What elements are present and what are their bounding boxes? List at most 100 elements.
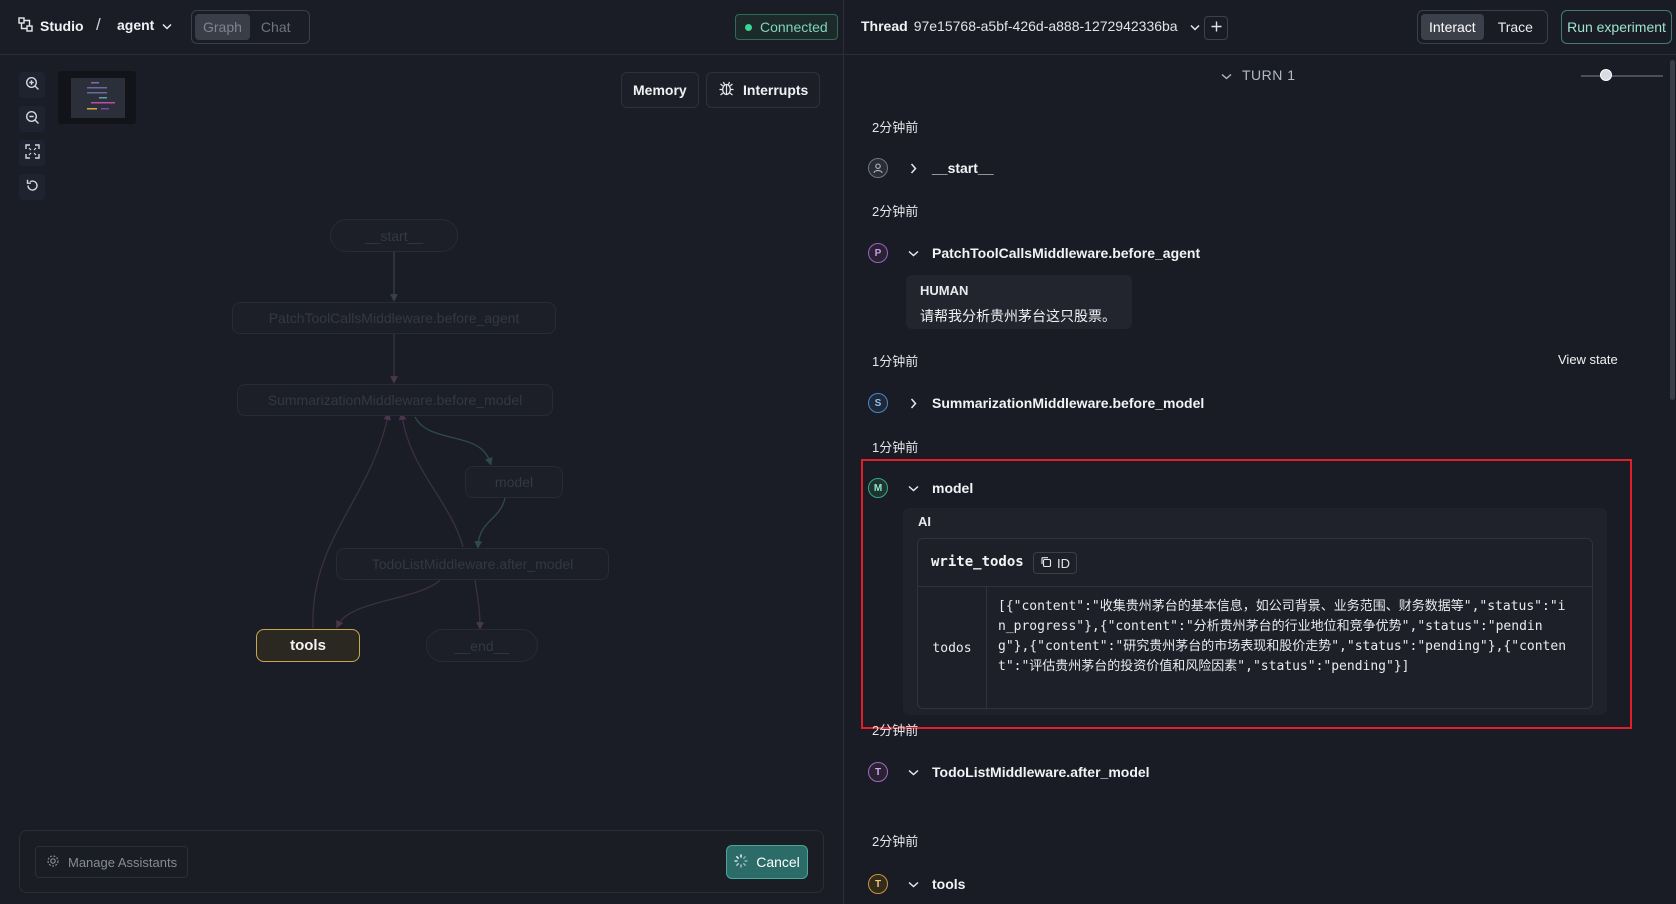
gear-icon [46,854,60,871]
manage-assistants-label: Manage Assistants [68,854,178,870]
tab-chat[interactable]: Chat [253,14,299,40]
message-role: AI [918,514,931,529]
user-avatar-icon [868,158,888,178]
step-timestamp: 1分钟前 [872,440,919,455]
view-state-link[interactable]: View state [1558,352,1618,367]
graph-node-start[interactable]: __start__ [330,219,458,252]
step-label: TodoListMiddleware.after_model [932,764,1150,780]
tool-arg-value: [{"content":"收集贵州茅台的基本信息，如公司背景、业务范围、财务数据… [998,599,1567,674]
interrupts-button[interactable]: Interrupts [706,72,821,108]
minimap-viewport [71,78,125,118]
chevron-right-icon [906,398,920,409]
turn-header[interactable]: TURN 1 [1221,67,1296,83]
message-text: 请帮我分析贵州茅台这只股票。 [920,309,1116,325]
step-badge: S [868,393,888,413]
connection-status-badge: Connected [735,14,838,40]
step-summarization[interactable]: S SummarizationMiddleware.before_model [868,393,1204,413]
step-badge: P [868,243,888,263]
slider-track [1581,75,1663,77]
step-timestamp: 2分钟前 [872,834,919,849]
slider-thumb[interactable] [1600,69,1612,81]
step-todo-list[interactable]: T TodoListMiddleware.after_model [868,762,1150,782]
assistant-label: agent [117,17,155,33]
reset-icon [25,178,40,196]
thread-scrollbar[interactable] [1670,60,1675,400]
status-dot-icon [745,23,752,31]
studio-label: Studio [40,18,84,34]
cancel-label: Cancel [756,854,800,870]
human-message: HUMAN 请帮我分析贵州茅台这只股票。 [906,275,1132,329]
graph-node-todo-list[interactable]: TodoListMiddleware.after_model [336,548,609,580]
graph-node-patch-tool-calls[interactable]: PatchToolCallsMiddleware.before_agent [232,302,556,334]
thread-panel: Thread 97e15768-a5bf-426d-a888-127294233… [843,0,1676,904]
step-start[interactable]: __start__ [868,158,994,178]
message-role: HUMAN [920,283,969,298]
step-timestamp: 1分钟前 [872,354,919,369]
graph-node-model[interactable]: model [465,466,563,498]
assistant-selector[interactable]: agent [117,17,172,33]
spinner-icon [734,853,748,871]
studio-logo-icon [18,17,33,35]
manage-assistants-button[interactable]: Manage Assistants [35,846,189,878]
zoom-slider[interactable] [1581,69,1663,81]
plus-icon [1211,19,1222,37]
step-timestamp: 2分钟前 [872,723,919,738]
step-label: model [932,480,974,496]
step-label: PatchToolCallsMiddleware.before_agent [932,245,1201,261]
chevron-down-icon [906,250,920,257]
graph-node-tools[interactable]: tools [256,629,360,662]
tool-arg-key: todos [918,587,987,709]
chevron-down-icon [906,485,920,492]
zoom-out-icon [25,110,40,128]
bug-icon [718,80,735,100]
turn-label: TURN 1 [1242,67,1296,83]
chevron-down-icon [1221,67,1232,83]
step-patch-tool-calls[interactable]: P PatchToolCallsMiddleware.before_agent [868,243,1200,263]
reset-button[interactable] [19,174,45,200]
tab-graph[interactable]: Graph [195,14,250,40]
cancel-button[interactable]: Cancel [726,845,808,879]
interrupts-label: Interrupts [743,82,809,98]
step-label: tools [932,876,966,892]
run-experiment-button[interactable]: Run experiment [1561,10,1672,44]
chevron-right-icon [906,163,920,174]
thread-id: 97e15768-a5bf-426d-a888-1272942336ba [913,18,1178,34]
thread-header: Thread 97e15768-a5bf-426d-a888-127294233… [844,0,1676,55]
step-tools[interactable]: T tools [868,874,965,894]
chevron-down-icon [906,881,920,888]
step-timestamp: 2分钟前 [872,120,919,135]
tab-trace[interactable]: Trace [1490,14,1541,40]
graph-edges [312,252,506,630]
studio-brand[interactable]: Studio [18,17,84,35]
thread-label: Thread [861,18,908,34]
zoom-in-button[interactable] [19,72,45,98]
fit-view-button[interactable] [19,140,45,166]
mode-toggle: Interact Trace [1417,10,1548,44]
memory-label: Memory [633,82,687,98]
graph-header: Studio / agent Graph Chat Connected [0,0,843,55]
tool-call-name: write_todos [931,554,1024,570]
copy-id-label: ID [1057,555,1070,571]
zoom-out-button[interactable] [19,106,45,132]
tab-interact[interactable]: Interact [1421,14,1484,40]
graph-node-summarization[interactable]: SummarizationMiddleware.before_model [237,384,553,416]
step-badge: M [868,478,888,498]
step-timestamp: 2分钟前 [872,204,919,219]
new-thread-button[interactable] [1204,16,1228,40]
graph-panel: Studio / agent Graph Chat Connected Memo… [0,0,843,904]
zoom-in-icon [25,76,40,94]
ai-message: AI write_todos ID todos [{"content":"收集贵… [903,508,1607,715]
memory-button[interactable]: Memory [621,72,699,108]
graph-bottom-bar: Manage Assistants Cancel [19,830,824,893]
graph-minimap[interactable] [58,71,136,124]
step-model[interactable]: M model [868,478,973,498]
copy-id-button[interactable]: ID [1033,552,1077,574]
connection-status-label: Connected [760,19,828,35]
step-label: SummarizationMiddleware.before_model [932,395,1205,411]
view-toggle: Graph Chat [191,10,310,44]
thread-selector[interactable]: Thread 97e15768-a5bf-426d-a888-127294233… [861,18,1200,34]
chevron-down-icon [1190,18,1200,34]
step-label: __start__ [932,160,994,176]
breadcrumb-separator: / [96,15,101,34]
graph-node-end[interactable]: __end__ [426,629,538,662]
